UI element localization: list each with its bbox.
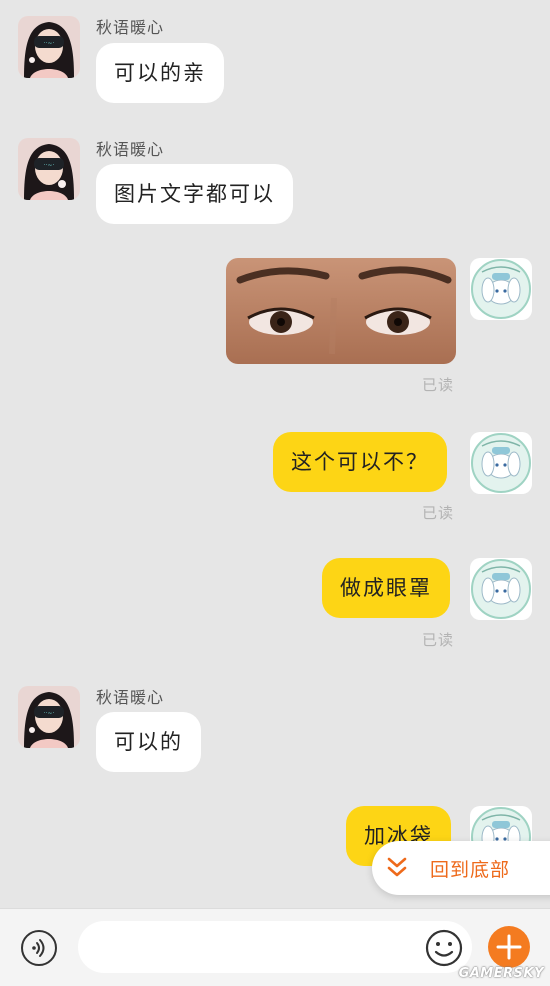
message-input[interactable] — [78, 921, 472, 973]
voice-button[interactable] — [21, 930, 57, 966]
plus-button[interactable] — [488, 926, 530, 968]
smiley-icon[interactable] — [424, 928, 464, 968]
sender-name: 秋语暖心 — [96, 18, 165, 37]
back-to-bottom-label: 回到底部 — [430, 858, 511, 881]
read-status: 已读 — [421, 504, 454, 522]
watermark: GAMERSKY — [458, 966, 544, 981]
message-bubble[interactable]: 这个可以不？ — [273, 432, 447, 492]
eyes-photo[interactable] — [226, 258, 456, 364]
svg-text:··~·: ··~· — [44, 40, 55, 47]
message-bubble[interactable]: 图片文字都可以 — [96, 164, 293, 224]
voice-icon — [32, 939, 45, 957]
avatar[interactable]: ··~· — [18, 686, 80, 748]
message-bubble[interactable]: 可以的 — [96, 712, 201, 772]
message-bubble[interactable]: 做成眼罩 — [322, 558, 450, 618]
svg-text:··~·: ··~· — [44, 710, 55, 717]
svg-text:··~·: ··~· — [44, 162, 55, 169]
read-status: 已读 — [421, 376, 454, 394]
sender-name: 秋语暖心 — [96, 688, 165, 707]
plus-icon — [496, 934, 522, 960]
chat-area[interactable]: ··~· 秋语暖心 可以的亲 ··~· 秋语暖心 图片文字都可以 已读 这个可以… — [0, 0, 550, 908]
back-to-bottom-button[interactable]: 回到底部 — [372, 841, 550, 895]
avatar[interactable]: ··~· — [18, 138, 80, 200]
read-status: 已读 — [421, 631, 454, 649]
avatar[interactable] — [470, 558, 532, 620]
message-bubble[interactable]: 可以的亲 — [96, 43, 224, 103]
avatar[interactable] — [470, 432, 532, 494]
double-chevron-down-icon — [387, 857, 407, 877]
avatar[interactable]: ··~· — [18, 16, 80, 78]
sender-name: 秋语暖心 — [96, 140, 165, 159]
avatar[interactable] — [470, 258, 532, 320]
